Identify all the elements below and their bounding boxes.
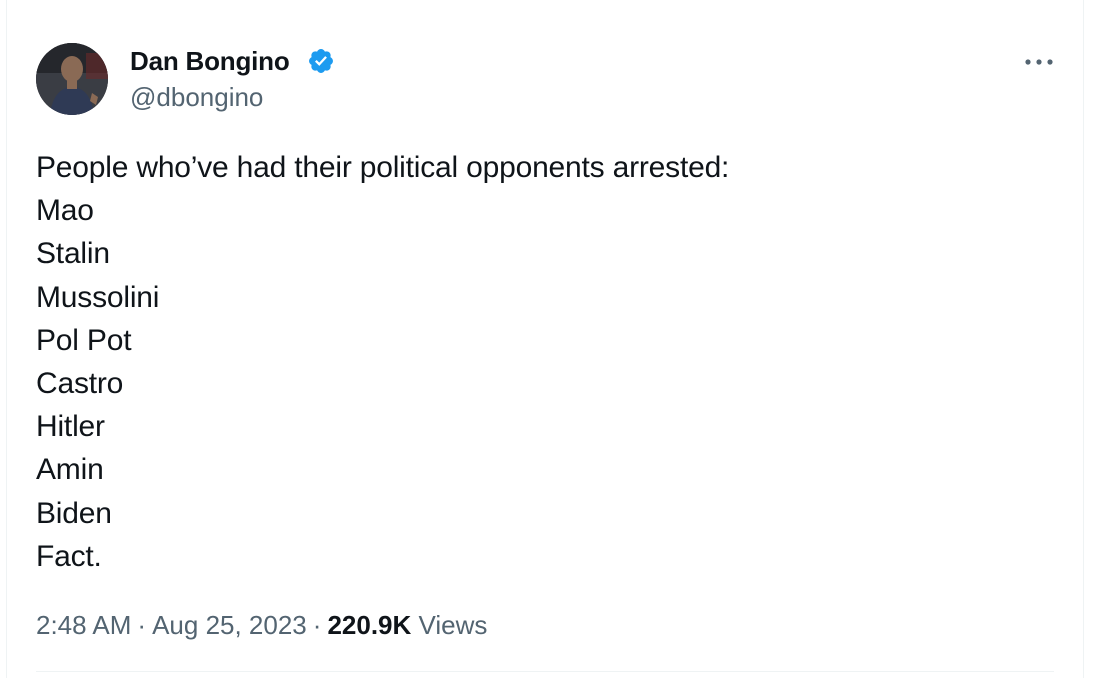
tweet-timestamp-link[interactable]: 2:48 AM · Aug 25, 2023	[36, 610, 307, 640]
avatar[interactable]	[36, 43, 108, 115]
tweet-text-line: Hitler	[36, 410, 105, 444]
tweet-text-line: Amin	[36, 453, 104, 487]
tweet-text-line: Mao	[36, 194, 94, 228]
tweet-text-line: Mussolini	[36, 280, 160, 314]
more-dots-icon	[1025, 59, 1053, 65]
tweet-meta: 2:48 AM · Aug 25, 2023 · 220.9K Views	[36, 607, 487, 643]
tweet-time: 2:48 AM	[36, 610, 132, 640]
views-count: 220.9K	[327, 610, 412, 640]
tweet-text: People who’ve had their political oppone…	[36, 146, 1036, 578]
tweet-date: Aug 25, 2023	[152, 610, 307, 640]
verified-badge-icon[interactable]	[307, 47, 335, 75]
more-options-button[interactable]	[1017, 44, 1061, 80]
meta-separator: ·	[137, 610, 147, 640]
tweet-card: Dan Bongino @dbongino People who’ve had …	[6, 0, 1084, 678]
tweet-text-line: Castro	[36, 367, 124, 401]
tweet-text-line: Pol Pot	[36, 323, 132, 357]
meta-separator: ·	[312, 610, 322, 640]
tweet-text-line: Stalin	[36, 237, 110, 271]
user-handle[interactable]: @dbongino	[130, 80, 263, 114]
avatar-image	[36, 43, 108, 115]
display-name[interactable]: Dan Bongino	[130, 44, 290, 78]
views-label: Views	[418, 610, 488, 640]
divider	[36, 671, 1054, 672]
tweet-text-line: Fact.	[36, 539, 102, 573]
tweet-text-line: People who’ve had their political oppone…	[36, 151, 730, 184]
tweet-text-line: Biden	[36, 496, 112, 530]
